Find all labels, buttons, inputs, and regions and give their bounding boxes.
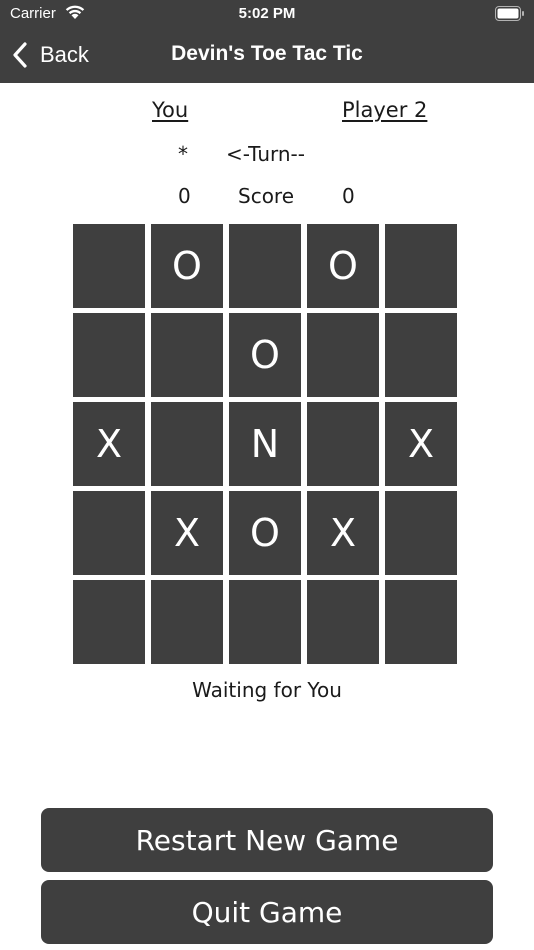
players-row: You Player 2 xyxy=(0,98,534,128)
header: Carrier 5:02 PM Back Devin's Toe Tac Tic xyxy=(0,0,534,83)
board-cell-r2-c2[interactable]: N xyxy=(229,402,301,486)
player-2-name: Player 2 xyxy=(342,98,428,122)
player-1-name: You xyxy=(152,98,189,122)
quit-game-button[interactable]: Quit Game xyxy=(41,880,493,944)
board-cell-r2-c4[interactable]: X xyxy=(385,402,457,486)
board-cell-r1-c4[interactable] xyxy=(385,313,457,397)
nav-bar: Back Devin's Toe Tac Tic xyxy=(0,28,534,83)
board-cell-r4-c1[interactable] xyxy=(151,580,223,664)
board-cell-r0-c2[interactable] xyxy=(229,224,301,308)
board-cell-r4-c0[interactable] xyxy=(73,580,145,664)
turn-marker: * xyxy=(178,142,188,166)
board-cell-r0-c3[interactable]: O xyxy=(307,224,379,308)
player-1-score: 0 xyxy=(178,184,191,208)
status-bar: Carrier 5:02 PM xyxy=(0,0,534,28)
board-cell-r1-c3[interactable] xyxy=(307,313,379,397)
board-cell-r0-c1[interactable]: O xyxy=(151,224,223,308)
board-cell-r0-c0[interactable] xyxy=(73,224,145,308)
battery-icon xyxy=(495,6,524,21)
board-cell-r2-c0[interactable]: X xyxy=(73,402,145,486)
board-cell-r3-c0[interactable] xyxy=(73,491,145,575)
board-cell-r4-c2[interactable] xyxy=(229,580,301,664)
board-cell-r3-c1[interactable]: X xyxy=(151,491,223,575)
board-cell-r1-c2[interactable]: O xyxy=(229,313,301,397)
board-cell-r1-c0[interactable] xyxy=(73,313,145,397)
turn-row: * <-Turn-- xyxy=(0,142,534,170)
board-cell-r2-c1[interactable] xyxy=(151,402,223,486)
clock-time: 5:02 PM xyxy=(238,5,296,22)
score-row: 0 Score 0 xyxy=(0,184,534,212)
board-cell-r2-c3[interactable] xyxy=(307,402,379,486)
game-status-text: Waiting for You xyxy=(192,678,342,702)
board-cell-r0-c4[interactable] xyxy=(385,224,457,308)
page-title: Devin's Toe Tac Tic xyxy=(171,42,363,65)
board-cell-r3-c4[interactable] xyxy=(385,491,457,575)
restart-game-button[interactable]: Restart New Game xyxy=(41,808,493,872)
turn-indicator: <-Turn-- xyxy=(226,142,305,166)
board-cell-r3-c3[interactable]: X xyxy=(307,491,379,575)
score-label: Score xyxy=(238,184,295,208)
board-cell-r3-c2[interactable]: O xyxy=(229,491,301,575)
player-2-score: 0 xyxy=(342,184,355,208)
board-cell-r4-c3[interactable] xyxy=(307,580,379,664)
board-cell-r1-c1[interactable] xyxy=(151,313,223,397)
board-cell-r4-c4[interactable] xyxy=(385,580,457,664)
game-board: O O O X N X X O X xyxy=(73,224,461,665)
